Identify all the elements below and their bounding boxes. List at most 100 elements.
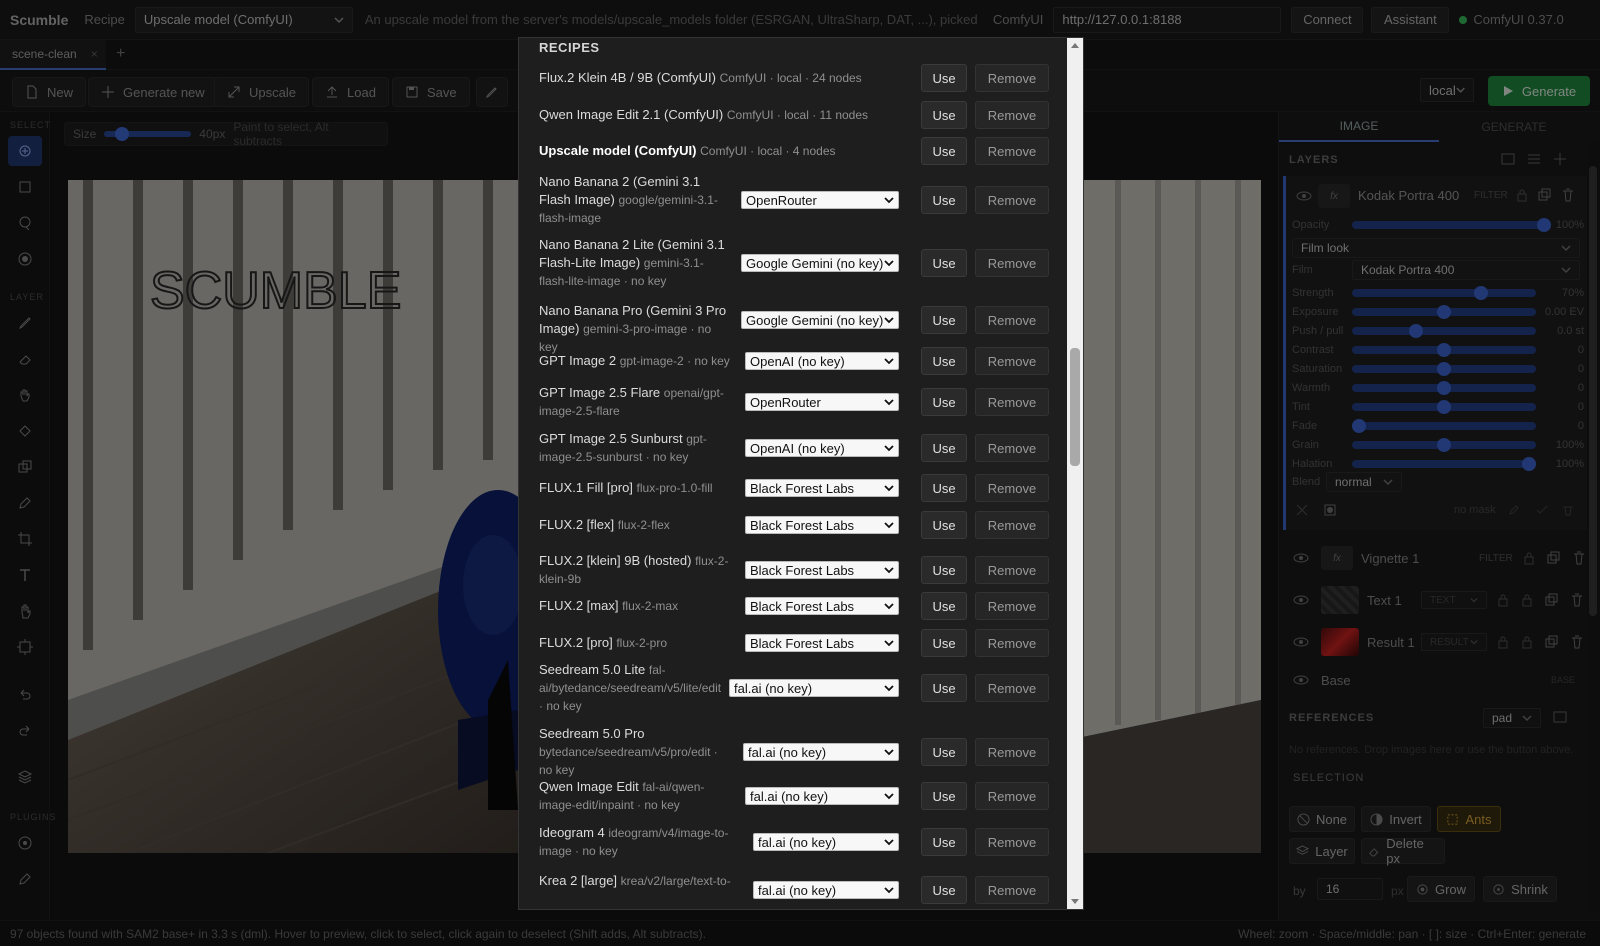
use-recipe-button[interactable]: Use (921, 388, 967, 416)
use-recipe-button[interactable]: Use (921, 556, 967, 584)
recipe-meta: bytedance/seedream/v5/pro/edit · no key (539, 745, 718, 777)
provider-select[interactable]: Google Gemini (no key) (741, 311, 899, 329)
remove-recipe-button[interactable]: Remove (975, 434, 1049, 462)
use-recipe-button[interactable]: Use (921, 347, 967, 375)
chevron-down-icon (884, 793, 894, 800)
recipes-scrollbar[interactable] (1067, 38, 1083, 909)
recipe-meta: flux-2-max (622, 599, 679, 613)
provider-select[interactable]: Black Forest Labs (745, 634, 899, 652)
use-recipe-button[interactable]: Use (921, 592, 967, 620)
provider-select[interactable]: Black Forest Labs (745, 597, 899, 615)
recipe-name: Seedream 5.0 Pro bytedance/seedream/v5/p… (539, 725, 733, 779)
recipe-title: Upscale model (ComfyUI) (539, 143, 697, 158)
use-recipe-button[interactable]: Use (921, 101, 967, 129)
provider-value: OpenRouter (746, 192, 817, 208)
chevron-down-icon (884, 358, 894, 365)
provider-value: fal.ai (no key) (750, 788, 829, 804)
recipe-meta: flux-2-pro (616, 636, 668, 650)
chevron-down-icon (884, 317, 894, 324)
use-recipe-button[interactable]: Use (921, 782, 967, 810)
remove-recipe-button[interactable]: Remove (975, 782, 1049, 810)
remove-recipe-button[interactable]: Remove (975, 828, 1049, 856)
use-recipe-button[interactable]: Use (921, 137, 967, 165)
recipe-name: GPT Image 2.5 Flare openai/gpt-image-2.5… (539, 384, 735, 420)
remove-recipe-button[interactable]: Remove (975, 474, 1049, 502)
provider-value: Black Forest Labs (750, 598, 855, 614)
recipe-title: Seedream 5.0 Pro (539, 726, 645, 741)
scroll-down-icon[interactable] (1070, 898, 1080, 906)
recipe-title: FLUX.2 [pro] (539, 635, 613, 650)
remove-recipe-button[interactable]: Remove (975, 511, 1049, 539)
remove-recipe-button[interactable]: Remove (975, 64, 1049, 92)
provider-select[interactable]: fal.ai (no key) (745, 787, 899, 805)
provider-value: OpenAI (no key) (750, 440, 845, 456)
recipe-row: GPT Image 2.5 Flare openai/gpt-image-2.5… (519, 382, 1065, 422)
recipe-row: Seedream 5.0 Lite fal-ai/bytedance/seedr… (519, 658, 1065, 718)
remove-recipe-button[interactable]: Remove (975, 592, 1049, 620)
use-recipe-button[interactable]: Use (921, 629, 967, 657)
scroll-up-icon[interactable] (1070, 41, 1080, 49)
use-recipe-button[interactable]: Use (921, 738, 967, 766)
remove-recipe-button[interactable]: Remove (975, 388, 1049, 416)
provider-select[interactable]: Google Gemini (no key) (741, 254, 899, 272)
provider-value: fal.ai (no key) (758, 834, 837, 850)
provider-select[interactable]: fal.ai (no key) (729, 679, 899, 697)
recipe-title: Qwen Image Edit 2.1 (ComfyUI) (539, 107, 724, 122)
recipe-row: FLUX.2 [flex] flux-2-flex Black Forest La… (519, 510, 1065, 540)
use-recipe-button[interactable]: Use (921, 249, 967, 277)
recipe-name: Ideogram 4 ideogram/v4/image-to-image · … (539, 824, 743, 860)
provider-select[interactable]: fal.ai (no key) (753, 881, 899, 899)
remove-recipe-button[interactable]: Remove (975, 101, 1049, 129)
provider-select[interactable]: OpenAI (no key) (745, 352, 899, 370)
recipe-title: GPT Image 2.5 Sunburst (539, 431, 683, 446)
use-recipe-button[interactable]: Use (921, 434, 967, 462)
remove-recipe-button[interactable]: Remove (975, 629, 1049, 657)
recipe-row: Seedream 5.0 Pro bytedance/seedream/v5/p… (519, 722, 1065, 782)
provider-select[interactable]: OpenRouter (745, 393, 899, 411)
provider-select[interactable]: fal.ai (no key) (743, 743, 899, 761)
chevron-down-icon (884, 603, 894, 610)
provider-select[interactable]: OpenRouter (741, 191, 899, 209)
recipe-title: FLUX.2 [klein] 9B (hosted) (539, 553, 692, 568)
use-recipe-button[interactable]: Use (921, 64, 967, 92)
recipe-name: FLUX.2 [max] flux-2-max (539, 597, 735, 615)
remove-recipe-button[interactable]: Remove (975, 347, 1049, 375)
provider-select[interactable]: Black Forest Labs (745, 561, 899, 579)
recipe-row: FLUX.2 [klein] 9B (hosted) flux-2-klein-… (519, 550, 1065, 590)
recipe-row: GPT Image 2 gpt-image-2 · no key OpenAI (… (519, 346, 1065, 376)
recipe-name: FLUX.2 [flex] flux-2-flex (539, 516, 735, 534)
use-recipe-button[interactable]: Use (921, 876, 967, 904)
remove-recipe-button[interactable]: Remove (975, 556, 1049, 584)
use-recipe-button[interactable]: Use (921, 511, 967, 539)
provider-value: Black Forest Labs (750, 517, 855, 533)
use-recipe-button[interactable]: Use (921, 306, 967, 334)
use-recipe-button[interactable]: Use (921, 186, 967, 214)
recipe-meta: ComfyUI · local · 11 nodes (726, 108, 869, 122)
remove-recipe-button[interactable]: Remove (975, 249, 1049, 277)
remove-recipe-button[interactable]: Remove (975, 306, 1049, 334)
recipe-row: Upscale model (ComfyUI) ComfyUI · local … (519, 136, 1065, 166)
recipes-scroll-thumb[interactable] (1070, 348, 1080, 466)
provider-select[interactable]: fal.ai (no key) (753, 833, 899, 851)
recipe-row: FLUX.1 Fill [pro] flux-pro-1.0-fill Black… (519, 473, 1065, 503)
remove-recipe-button[interactable]: Remove (975, 137, 1049, 165)
remove-recipe-button[interactable]: Remove (975, 738, 1049, 766)
use-recipe-button[interactable]: Use (921, 474, 967, 502)
remove-recipe-button[interactable]: Remove (975, 876, 1049, 904)
provider-value: Black Forest Labs (750, 562, 855, 578)
provider-select[interactable]: Black Forest Labs (745, 516, 899, 534)
use-recipe-button[interactable]: Use (921, 674, 967, 702)
recipe-title: FLUX.1 Fill [pro] (539, 480, 633, 495)
chevron-down-icon (884, 197, 894, 204)
provider-select[interactable]: Black Forest Labs (745, 479, 899, 497)
remove-recipe-button[interactable]: Remove (975, 186, 1049, 214)
recipe-row: Qwen Image Edit 2.1 (ComfyUI) ComfyUI · … (519, 100, 1065, 130)
provider-select[interactable]: OpenAI (no key) (745, 439, 899, 457)
use-recipe-button[interactable]: Use (921, 828, 967, 856)
chevron-down-icon (884, 445, 894, 452)
provider-value: fal.ai (no key) (758, 882, 837, 898)
remove-recipe-button[interactable]: Remove (975, 674, 1049, 702)
chevron-down-icon (884, 839, 894, 846)
recipe-name: Flux.2 Klein 4B / 9B (ComfyUI) ComfyUI ·… (539, 69, 909, 87)
provider-value: Black Forest Labs (750, 635, 855, 651)
